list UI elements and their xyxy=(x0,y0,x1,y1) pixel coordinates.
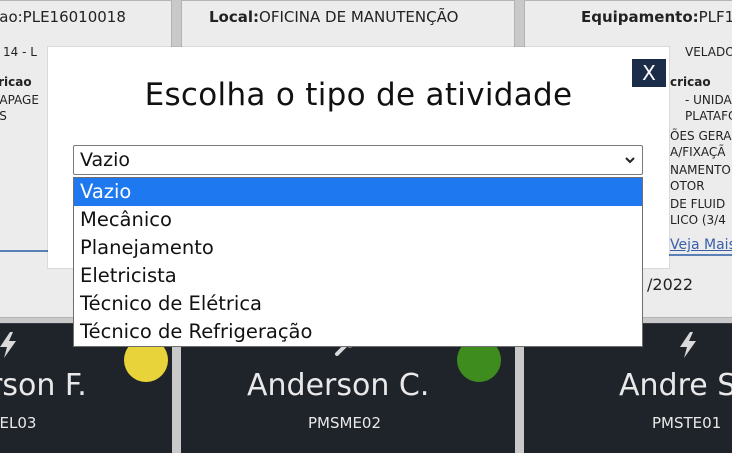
option-planejamento[interactable]: Planejamento xyxy=(74,234,642,262)
close-button[interactable]: X xyxy=(632,59,666,87)
activity-type-select[interactable]: Vazio xyxy=(73,145,643,175)
option-vazio[interactable]: Vazio xyxy=(74,178,642,206)
modal-title: Escolha o tipo de atividade xyxy=(144,77,573,113)
chevron-down-icon xyxy=(625,157,635,164)
option-tecnico-refrigeracao[interactable]: Técnico de Refrigeração xyxy=(74,318,642,346)
activity-type-dropdown: Vazio Mecânico Planejamento Eletricista … xyxy=(73,177,643,347)
select-value: Vazio xyxy=(80,149,131,171)
option-tecnico-eletrica[interactable]: Técnico de Elétrica xyxy=(74,290,642,318)
option-mecanico[interactable]: Mecânico xyxy=(74,206,642,234)
option-eletricista[interactable]: Eletricista xyxy=(74,262,642,290)
